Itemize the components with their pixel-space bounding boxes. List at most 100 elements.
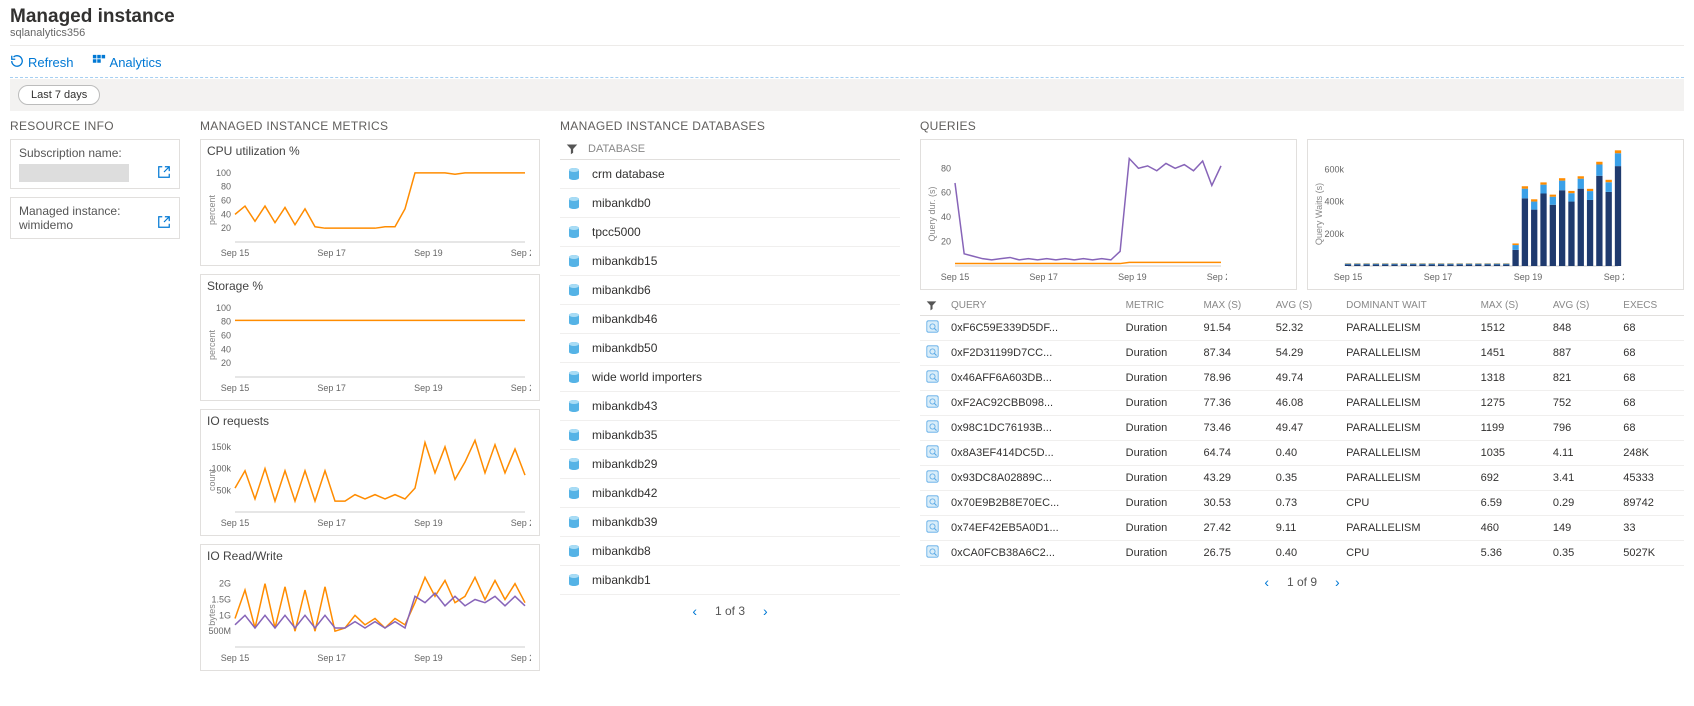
query-execs: 68 — [1617, 316, 1684, 341]
svg-text:Sep 17: Sep 17 — [317, 653, 346, 663]
io-rw-chart[interactable]: 500M1G1.5G2GSep 15Sep 17Sep 19Sep 21byte… — [207, 565, 531, 665]
svg-text:400k: 400k — [1324, 197, 1344, 207]
svg-text:80: 80 — [941, 163, 951, 173]
storage-chart[interactable]: 20406080100Sep 15Sep 17Sep 19Sep 21perce… — [207, 295, 531, 395]
database-row[interactable]: crm database — [560, 160, 900, 189]
section-title-databases: MANAGED INSTANCE DATABASES — [560, 119, 900, 133]
svg-text:60: 60 — [941, 188, 951, 198]
query-metric: Duration — [1120, 516, 1198, 541]
query-column-header[interactable]: QUERY — [945, 296, 1120, 316]
filter-icon[interactable] — [926, 300, 939, 311]
svg-text:Sep 21: Sep 21 — [1604, 272, 1624, 282]
query-column-header[interactable]: AVG (S) — [1270, 296, 1340, 316]
svg-text:Sep 17: Sep 17 — [1424, 272, 1453, 282]
query-wait-max: 1035 — [1475, 441, 1547, 466]
open-external-icon[interactable] — [157, 215, 171, 232]
query-max: 87.34 — [1197, 341, 1269, 366]
chart-title: CPU utilization % — [207, 144, 533, 158]
svg-text:Sep 21: Sep 21 — [511, 248, 531, 258]
database-row[interactable]: mibankdb46 — [560, 305, 900, 334]
query-wait-max: 1275 — [1475, 391, 1547, 416]
query-wait-avg: 887 — [1547, 341, 1617, 366]
svg-text:80: 80 — [221, 317, 231, 327]
database-name: mibankdb39 — [592, 515, 657, 529]
query-row[interactable]: 0xCA0FCB38A6C2... Duration 26.75 0.40 CP… — [920, 541, 1684, 566]
database-row[interactable]: mibankdb15 — [560, 247, 900, 276]
database-name: mibankdb35 — [592, 428, 657, 442]
database-row[interactable]: mibankdb39 — [560, 508, 900, 537]
query-row[interactable]: 0x8A3EF414DC5D... Duration 64.74 0.40 PA… — [920, 441, 1684, 466]
query-hash: 0x74EF42EB5A0D1... — [945, 516, 1120, 541]
filter-icon[interactable] — [566, 143, 578, 155]
open-external-icon[interactable] — [157, 165, 171, 182]
query-row[interactable]: 0x93DC8A02889C... Duration 43.29 0.35 PA… — [920, 466, 1684, 491]
database-row[interactable]: mibankdb8 — [560, 537, 900, 566]
query-icon — [920, 491, 945, 516]
query-metric: Duration — [1120, 416, 1198, 441]
database-row[interactable]: mibankdb1 — [560, 566, 900, 595]
analytics-button[interactable]: Analytics — [92, 54, 162, 71]
database-row[interactable]: mibankdb0 — [560, 189, 900, 218]
database-row[interactable]: mibankdb42 — [560, 479, 900, 508]
refresh-button[interactable]: Refresh — [10, 54, 74, 71]
database-row[interactable]: mibankdb35 — [560, 421, 900, 450]
svg-text:Query dur. (s): Query dur. (s) — [927, 186, 937, 241]
prev-page-button[interactable]: ‹ — [1264, 574, 1269, 590]
query-column-header[interactable]: METRIC — [1120, 296, 1198, 316]
query-row[interactable]: 0x98C1DC76193B... Duration 73.46 49.47 P… — [920, 416, 1684, 441]
prev-page-button[interactable]: ‹ — [692, 603, 697, 619]
database-row[interactable]: mibankdb29 — [560, 450, 900, 479]
svg-text:Sep 19: Sep 19 — [414, 383, 443, 393]
query-column-header[interactable]: MAX (S) — [1475, 296, 1547, 316]
database-name: mibankdb42 — [592, 486, 657, 500]
database-icon — [566, 311, 582, 327]
pager-label: 1 of 3 — [715, 604, 745, 618]
query-wait-avg: 0.29 — [1547, 491, 1617, 516]
query-duration-chart[interactable]: 20406080Sep 15Sep 17Sep 19Sep 21Query du… — [927, 144, 1227, 284]
query-row[interactable]: 0xF2D31199D7CC... Duration 87.34 54.29 P… — [920, 341, 1684, 366]
database-icon — [566, 369, 582, 385]
svg-text:Sep 17: Sep 17 — [317, 518, 346, 528]
next-page-button[interactable]: › — [763, 603, 768, 619]
query-row[interactable]: 0xF2AC92CBB098... Duration 77.36 46.08 P… — [920, 391, 1684, 416]
query-execs: 68 — [1617, 341, 1684, 366]
query-column-header[interactable]: EXECS — [1617, 296, 1684, 316]
query-row[interactable]: 0x46AFF6A603DB... Duration 78.96 49.74 P… — [920, 366, 1684, 391]
managed-instance-label: Managed instance: — [19, 204, 153, 218]
query-column-header[interactable]: AVG (S) — [1547, 296, 1617, 316]
database-row[interactable]: tpcc5000 — [560, 218, 900, 247]
query-execs: 5027K — [1617, 541, 1684, 566]
database-row[interactable]: wide world importers — [560, 363, 900, 392]
next-page-button[interactable]: › — [1335, 574, 1340, 590]
database-row[interactable]: mibankdb6 — [560, 276, 900, 305]
query-metric: Duration — [1120, 366, 1198, 391]
database-name: mibankdb6 — [592, 283, 651, 297]
managed-instance-card[interactable]: Managed instance: wimidemo — [10, 197, 180, 239]
svg-text:Sep 19: Sep 19 — [414, 248, 443, 258]
query-column-header[interactable]: DOMINANT WAIT — [1340, 296, 1474, 316]
section-title-queries: QUERIES — [920, 119, 1684, 133]
query-waits-chart[interactable]: 200k400k600kSep 15Sep 17Sep 19Sep 21Quer… — [1314, 144, 1624, 284]
query-hash: 0xF2AC92CBB098... — [945, 391, 1120, 416]
query-row[interactable]: 0x74EF42EB5A0D1... Duration 27.42 9.11 P… — [920, 516, 1684, 541]
query-icon — [920, 316, 945, 341]
cpu-chart[interactable]: 20406080100Sep 15Sep 17Sep 19Sep 21perce… — [207, 160, 531, 260]
query-hash: 0xCA0FCB38A6C2... — [945, 541, 1120, 566]
query-column-header[interactable]: MAX (S) — [1197, 296, 1269, 316]
query-row[interactable]: 0x70E9B2B8E70EC... Duration 30.53 0.73 C… — [920, 491, 1684, 516]
database-row[interactable]: mibankdb50 — [560, 334, 900, 363]
subscription-card[interactable]: Subscription name: — [10, 139, 180, 189]
query-row[interactable]: 0xF6C59E339D5DF... Duration 91.54 52.32 … — [920, 316, 1684, 341]
database-row[interactable]: mibankdb43 — [560, 392, 900, 421]
svg-text:2G: 2G — [219, 579, 231, 589]
database-icon — [566, 282, 582, 298]
query-avg: 0.35 — [1270, 466, 1340, 491]
section-title-metrics: MANAGED INSTANCE METRICS — [200, 119, 540, 133]
query-icon — [920, 516, 945, 541]
svg-text:Sep 17: Sep 17 — [317, 383, 346, 393]
query-avg: 0.40 — [1270, 441, 1340, 466]
database-column-label: DATABASE — [588, 143, 645, 155]
time-range-pill[interactable]: Last 7 days — [18, 85, 100, 105]
io-requests-chart[interactable]: 50k100k150kSep 15Sep 17Sep 19Sep 21count — [207, 430, 531, 530]
database-name: tpcc5000 — [592, 225, 641, 239]
